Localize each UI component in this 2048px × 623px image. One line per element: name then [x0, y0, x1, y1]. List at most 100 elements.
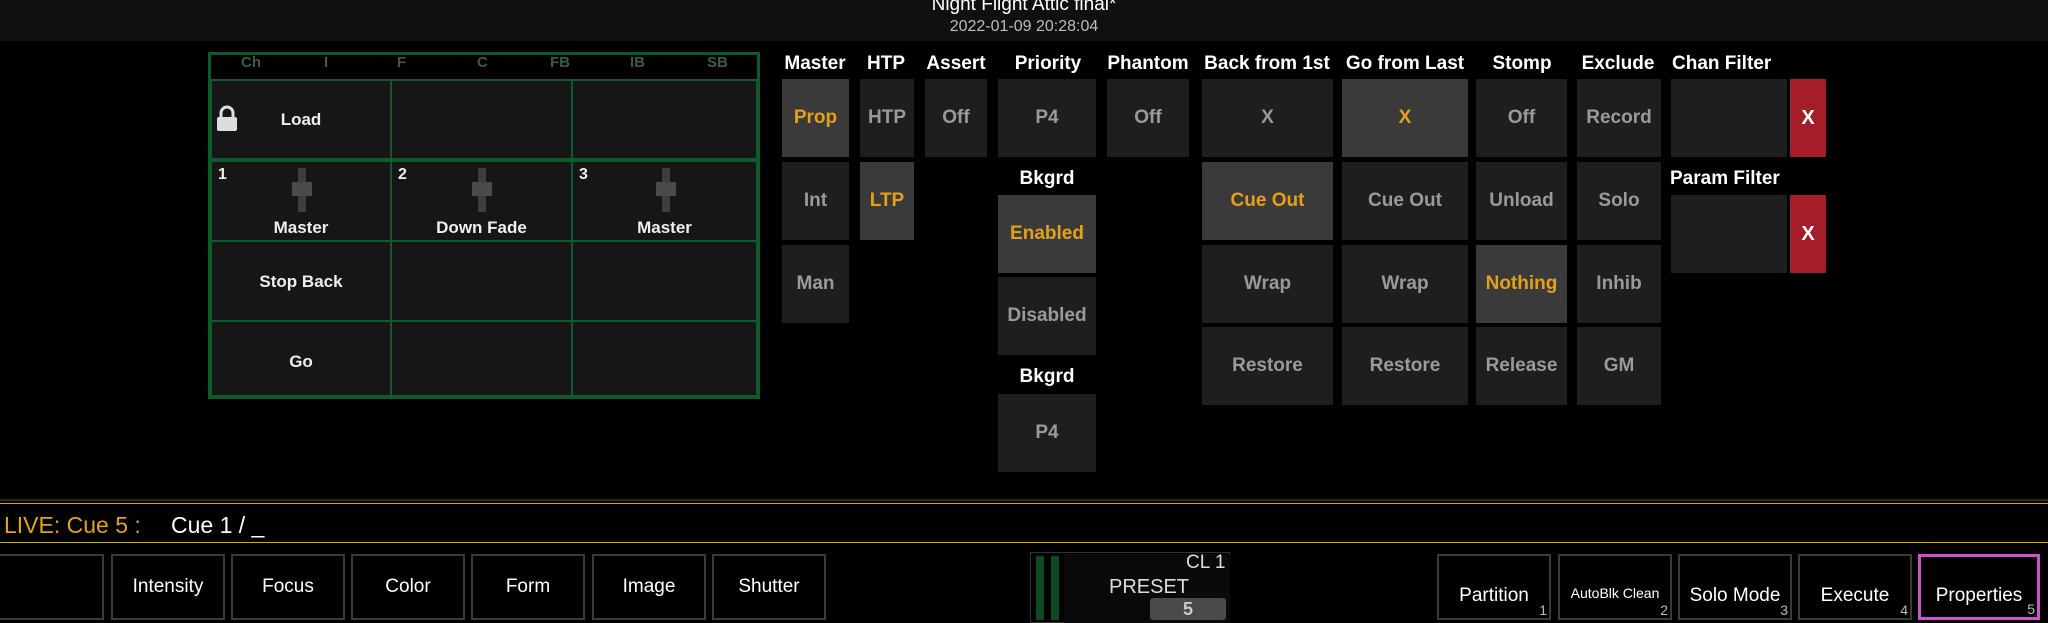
column-title-back-from-first: Back from 1st [1204, 53, 1330, 74]
back-from-first-restore-button[interactable]: Restore [1202, 327, 1333, 405]
preset-cl-label: CL 1 [1186, 552, 1226, 573]
show-title: Night Flight Attic final* [931, 0, 1117, 15]
stomp-nothing-button[interactable]: Nothing [1476, 245, 1567, 323]
master-man-button[interactable]: Man [782, 245, 849, 323]
fader-cell-label: Go [289, 352, 313, 371]
softkey-partition[interactable]: Partition 1 [1437, 554, 1551, 620]
exclude-solo-button[interactable]: Solo [1577, 162, 1661, 240]
grid-header-ib: IB [630, 54, 645, 71]
assert-off-button[interactable]: Off [925, 79, 987, 157]
category-button-form[interactable]: Form [471, 554, 585, 620]
fader-cell-stop-back[interactable]: Stop Back [210, 240, 392, 322]
fader-handle[interactable] [472, 182, 492, 196]
column-title-go-from-last: Go from Last [1345, 53, 1465, 74]
category-button-blank[interactable] [0, 554, 104, 620]
master-prop-button[interactable]: Prop [782, 79, 849, 157]
command-line-text[interactable]: Cue 1 / _ [171, 512, 264, 539]
bkgrd-enabled-button[interactable]: Enabled [998, 195, 1096, 273]
param-filter-field[interactable] [1671, 195, 1787, 273]
fader-cell-load[interactable]: Load [210, 79, 392, 160]
fader-handle[interactable] [656, 182, 676, 196]
phantom-off-button[interactable]: Off [1107, 79, 1189, 157]
fader-cell-label: Load [280, 110, 322, 129]
category-button-intensity[interactable]: Intensity [111, 554, 225, 620]
stomp-release-button[interactable]: Release [1476, 327, 1567, 405]
column-title-priority: Priority [1014, 53, 1082, 74]
chan-filter-clear-button[interactable]: X [1790, 79, 1826, 157]
exclude-inhib-button[interactable]: Inhib [1577, 245, 1661, 323]
grid-header-ch: Ch [241, 54, 261, 71]
fader-grid-header: Ch I F C FB IB SB [211, 53, 757, 77]
priority-p4-button[interactable]: P4 [998, 79, 1096, 157]
category-button-label: Shutter [738, 576, 800, 597]
preset-level-bar [1051, 556, 1059, 620]
preset-label: PRESET [1109, 576, 1190, 598]
category-button-label: Intensity [132, 576, 204, 597]
fader-cell-empty[interactable] [571, 79, 758, 160]
fader-cell-empty[interactable] [390, 320, 573, 397]
category-button-focus[interactable]: Focus [231, 554, 345, 620]
fader-cell-empty[interactable] [390, 79, 573, 160]
ltp-button[interactable]: LTP [860, 162, 914, 240]
softkey-label: Execute [1820, 585, 1890, 606]
category-button-color[interactable]: Color [351, 554, 465, 620]
go-from-last-cue-out-button[interactable]: Cue Out [1342, 162, 1468, 240]
softkey-solo-mode[interactable]: Solo Mode 3 [1678, 554, 1792, 620]
back-from-first-cue-out-button[interactable]: Cue Out [1202, 162, 1333, 240]
stomp-off-button[interactable]: Off [1476, 79, 1567, 157]
fader-cell-label: Master [637, 218, 692, 237]
softkey-properties[interactable]: Properties 5 [1918, 554, 2040, 620]
fader-cell-down-fade[interactable]: 2 Down Fade [390, 160, 573, 242]
fader-handle[interactable] [292, 182, 312, 196]
fader-cell-empty[interactable] [571, 320, 758, 397]
go-from-last-restore-button[interactable]: Restore [1342, 327, 1468, 405]
grid-header-c: C [477, 54, 488, 71]
go-from-last-x-button[interactable]: X [1342, 79, 1468, 157]
command-line[interactable] [0, 503, 2048, 543]
preset-number: 5 [1150, 598, 1226, 620]
fader-cell-go[interactable]: Go [210, 320, 392, 397]
softkey-number: 5 [2027, 601, 2035, 617]
back-from-first-x-button[interactable]: X [1202, 79, 1333, 157]
category-button-label: Focus [262, 576, 314, 597]
master-int-button[interactable]: Int [782, 162, 849, 240]
chan-filter-field[interactable] [1671, 79, 1787, 157]
back-from-first-wrap-button[interactable]: Wrap [1202, 245, 1333, 323]
column-title-assert: Assert [926, 53, 986, 74]
param-filter-clear-button[interactable]: X [1790, 195, 1826, 273]
fader-cell-empty[interactable] [390, 240, 573, 322]
fader-cell-empty[interactable] [571, 240, 758, 322]
grid-header-fb: FB [550, 54, 570, 71]
category-button-shutter[interactable]: Shutter [712, 554, 826, 620]
fader-number: 3 [579, 166, 588, 183]
softkey-number: 1 [1539, 602, 1547, 618]
fader-cell-label: Down Fade [436, 218, 527, 237]
fader-cell-master-1[interactable]: 1 Master [210, 160, 392, 242]
softkey-number: 3 [1780, 602, 1788, 618]
softkey-label: Solo Mode [1689, 585, 1781, 606]
show-timestamp: 2022-01-09 20:28:04 [949, 18, 1099, 35]
softkey-execute[interactable]: Execute 4 [1798, 554, 1912, 620]
category-button-label: Color [385, 576, 431, 597]
softkey-autoblk-clean[interactable]: AutoBlk Clean 2 [1558, 554, 1672, 620]
fader-number: 2 [398, 166, 407, 183]
softkey-label: Partition [1459, 585, 1529, 606]
bkgrd-title: Bkgrd [1019, 168, 1075, 189]
bkgrd-p4-button[interactable]: P4 [998, 394, 1096, 472]
exclude-gm-button[interactable]: GM [1577, 327, 1661, 405]
fader-cell-label: Master [273, 218, 329, 237]
bkgrd-priority-title: Bkgrd [1019, 366, 1075, 387]
grid-header-i: I [324, 54, 329, 71]
preset-level-bar [1036, 556, 1044, 620]
fader-cell-master-3[interactable]: 3 Master [571, 160, 758, 242]
exclude-record-button[interactable]: Record [1577, 79, 1661, 157]
category-button-label: Image [622, 576, 676, 597]
stomp-unload-button[interactable]: Unload [1476, 162, 1567, 240]
category-button-image[interactable]: Image [592, 554, 706, 620]
category-button-label: Form [505, 576, 551, 597]
htp-button[interactable]: HTP [860, 79, 914, 157]
softkey-label: AutoBlk Clean [1570, 585, 1660, 601]
go-from-last-wrap-button[interactable]: Wrap [1342, 245, 1468, 323]
bkgrd-disabled-button[interactable]: Disabled [998, 277, 1096, 355]
fader-cell-label: Stop Back [259, 272, 343, 291]
